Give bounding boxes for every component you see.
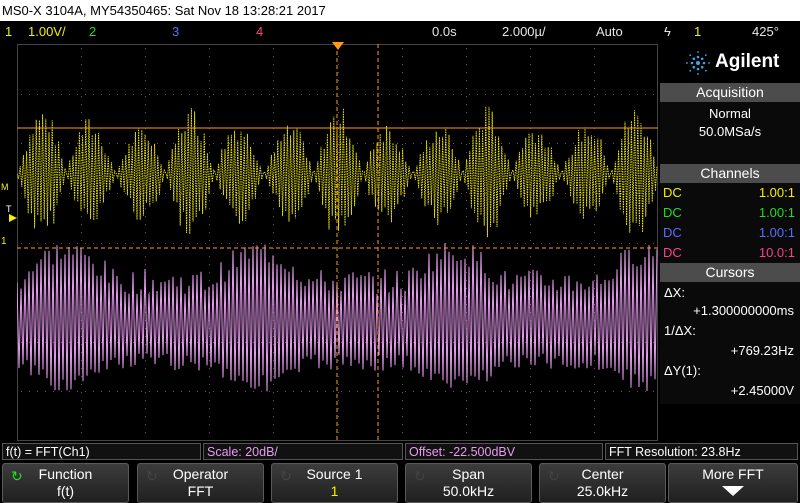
softkey-more-fft[interactable]: More FFT bbox=[668, 463, 798, 503]
rotate-knob-icon: ↻ bbox=[11, 468, 23, 484]
rotate-knob-icon: ↻ bbox=[146, 468, 158, 484]
ch2-probe-ratio: 1.00:1 bbox=[758, 205, 795, 220]
trigger-source[interactable]: 1 bbox=[694, 21, 701, 42]
softkey-source1[interactable]: ↻ Source 1 1 bbox=[271, 463, 398, 503]
delta-x-label: ΔX: bbox=[664, 285, 685, 300]
delay-value[interactable]: 0.0s bbox=[432, 21, 457, 42]
ch4-coupling: DC bbox=[663, 245, 682, 260]
ch4-probe-ratio: 10.0:1 bbox=[758, 245, 795, 260]
softkey-center[interactable]: ↻ Center 25.0kHz bbox=[539, 463, 666, 503]
acquisition-panel: Normal 50.0MSa/s bbox=[660, 102, 800, 164]
sidebar: Agilent Acquisition Normal 50.0MSa/s Cha… bbox=[660, 42, 800, 441]
channels-panel: DC 1.00:1 DC 1.00:1 DC 1.00:1 DC 10.0:1 bbox=[660, 183, 800, 263]
rotate-knob-icon: ↻ bbox=[548, 468, 560, 484]
softkey-bar: ↻ Function f(t) ↻ Operator FFT ↻ Source … bbox=[0, 461, 800, 503]
rotate-knob-icon: ↻ bbox=[280, 468, 292, 484]
channels-header[interactable]: Channels bbox=[660, 164, 800, 183]
timebase-value[interactable]: 2.000µ/ bbox=[502, 21, 546, 42]
math-scale-status: Scale: 20dB/ bbox=[203, 443, 403, 460]
delta-x-value: +1.300000000ms bbox=[693, 303, 794, 318]
ch4-number[interactable]: 4 bbox=[256, 21, 263, 42]
fft-resolution-status: FFT Resolution: 23.8Hz bbox=[605, 443, 798, 460]
channel-bar: 1 1.00V/ 2 3 4 0.0s 2.000µ/ Auto ϟ 1 425… bbox=[0, 21, 800, 42]
sample-rate: 50.0MSa/s bbox=[698, 124, 762, 139]
trigger-edge-icon: ϟ bbox=[664, 24, 671, 39]
math-marker: M bbox=[1, 182, 9, 192]
math-offset-status: Offset: -22.500dBV bbox=[405, 443, 603, 460]
softkey-operator-value: FFT bbox=[187, 483, 214, 499]
softkey-function-value: f(t) bbox=[56, 483, 75, 499]
trigger-arrow-icon bbox=[9, 214, 17, 222]
ch1-probe-ratio: 1.00:1 bbox=[758, 185, 795, 200]
softkey-span-value: 50.0kHz bbox=[442, 483, 495, 499]
softkey-function[interactable]: ↻ Function f(t) bbox=[2, 463, 129, 503]
ch2-number[interactable]: 2 bbox=[89, 21, 96, 42]
trigger-level-marker: T bbox=[6, 204, 12, 214]
channel-row-3: DC 1.00:1 bbox=[663, 223, 795, 242]
softkey-operator[interactable]: ↻ Operator FFT bbox=[137, 463, 264, 503]
rotate-knob-icon: ↻ bbox=[414, 468, 426, 484]
cursors-header[interactable]: Cursors bbox=[660, 263, 800, 282]
delta-y-label: ΔY(1): bbox=[664, 363, 701, 378]
ch1-ground-marker: 1 bbox=[1, 236, 7, 247]
trigger-level[interactable]: 425° bbox=[752, 21, 779, 42]
title-bar: MS0-X 3104A, MY54350465: Sat Nov 18 13:2… bbox=[0, 0, 800, 21]
inverse-delta-x-value: +769.23Hz bbox=[730, 343, 794, 358]
waveform-canvas bbox=[17, 44, 658, 441]
agilent-spark-icon bbox=[686, 51, 710, 75]
channel-row-4: DC 10.0:1 bbox=[663, 243, 795, 262]
ch3-probe-ratio: 1.00:1 bbox=[758, 225, 795, 240]
trigger-position-marker-icon[interactable] bbox=[332, 42, 344, 51]
ch1-number[interactable]: 1 bbox=[5, 21, 12, 42]
cursors-panel: ΔX: +1.300000000ms 1/ΔX: +769.23Hz ΔY(1)… bbox=[660, 282, 800, 404]
trigger-mode[interactable]: Auto bbox=[596, 21, 623, 42]
inverse-delta-x-label: 1/ΔX: bbox=[664, 323, 696, 338]
down-arrow-icon bbox=[722, 486, 744, 496]
channel-row-2: DC 1.00:1 bbox=[663, 203, 795, 222]
brand-logo: Agilent bbox=[660, 42, 800, 83]
math-function-status: f(t) = FFT(Ch1) bbox=[2, 443, 201, 460]
ch1-scale[interactable]: 1.00V/ bbox=[28, 21, 66, 42]
delta-y-value: +2.45000V bbox=[730, 383, 794, 398]
waveform-display[interactable] bbox=[17, 44, 658, 441]
softkey-more-fft-label: More FFT bbox=[702, 466, 764, 482]
channel-row-1: DC 1.00:1 bbox=[663, 183, 795, 202]
softkey-span[interactable]: ↻ Span 50.0kHz bbox=[405, 463, 532, 503]
acquisition-mode: Normal bbox=[709, 106, 751, 121]
softkey-center-value: 25.0kHz bbox=[576, 483, 629, 499]
acquisition-header[interactable]: Acquisition bbox=[660, 83, 800, 102]
softkey-source1-value: 1 bbox=[330, 483, 339, 499]
ch1-coupling: DC bbox=[663, 185, 682, 200]
brand-name: Agilent bbox=[715, 51, 780, 72]
ch3-number[interactable]: 3 bbox=[172, 21, 179, 42]
ch2-coupling: DC bbox=[663, 205, 682, 220]
ch3-coupling: DC bbox=[663, 225, 682, 240]
